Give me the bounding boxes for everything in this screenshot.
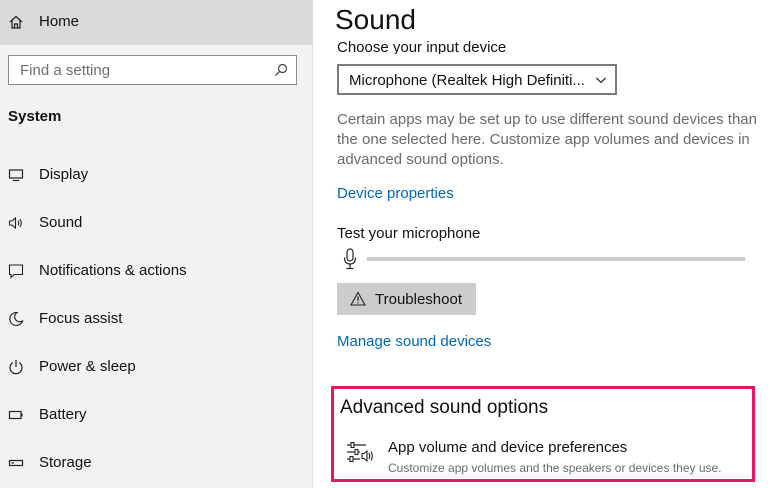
app-volume-preferences-title: App volume and device preferences	[388, 439, 628, 456]
search-icon[interactable]	[274, 63, 288, 77]
mixer-icon	[347, 441, 373, 463]
app-volume-preferences-link[interactable]: App volume and device preferences Custom…	[342, 433, 752, 477]
device-properties-link[interactable]: Device properties	[337, 185, 454, 202]
search-input[interactable]	[9, 56, 270, 84]
sidebar-item-label: Focus assist	[39, 310, 123, 327]
moon-icon	[9, 311, 24, 327]
input-device-heading-text: Choose your input device	[337, 39, 507, 54]
sidebar: Home System Display Sound	[0, 0, 313, 488]
microphone-level-meter	[367, 257, 745, 261]
sidebar-item-label: Battery	[39, 406, 87, 423]
power-icon	[9, 360, 23, 375]
home-icon	[9, 15, 23, 29]
input-device-description: Certain apps may be set up to use differ…	[337, 111, 757, 168]
warning-icon	[350, 291, 366, 306]
main-content: Choose your input device Sound Microphon…	[313, 0, 768, 488]
microphone-icon	[343, 248, 357, 270]
search-box	[8, 55, 297, 85]
advanced-sound-options-section: Advanced sound options App volume and de…	[331, 386, 755, 482]
sidebar-item-power-sleep[interactable]: Power & sleep	[0, 347, 313, 387]
input-device-dropdown[interactable]: Microphone (Realtek High Definiti...	[337, 64, 617, 95]
monitor-icon	[8, 169, 24, 182]
sidebar-item-label: Storage	[39, 454, 92, 471]
page-title: Sound	[335, 4, 416, 35]
sidebar-item-label: Sound	[39, 214, 83, 231]
sidebar-item-label: Power & sleep	[39, 358, 136, 375]
chevron-down-icon	[596, 77, 606, 84]
troubleshoot-button[interactable]: Troubleshoot	[337, 283, 476, 315]
sidebar-item-focus-assist[interactable]: Focus assist	[0, 299, 313, 339]
sidebar-home[interactable]: Home	[0, 0, 313, 45]
battery-icon	[8, 410, 23, 420]
app-volume-preferences-description: Customize app volumes and the speakers o…	[388, 461, 722, 475]
home-label: Home	[39, 13, 80, 30]
sidebar-item-label: Display	[39, 166, 89, 183]
settings-window: Home System Display Sound	[0, 0, 768, 488]
input-device-value: Microphone (Realtek High Definiti...	[349, 72, 585, 89]
sidebar-item-display[interactable]: Display	[0, 155, 313, 195]
sidebar-item-storage[interactable]: Storage	[0, 443, 313, 483]
speaker-icon	[8, 216, 22, 230]
sidebar-item-battery[interactable]: Battery	[0, 395, 313, 435]
section-label-system: System	[8, 108, 62, 125]
storage-icon	[8, 459, 24, 467]
notification-icon	[8, 264, 24, 279]
manage-sound-devices-link[interactable]: Manage sound devices	[337, 333, 491, 350]
troubleshoot-label: Troubleshoot	[375, 291, 462, 308]
advanced-sound-options-title: Advanced sound options	[340, 397, 549, 418]
sidebar-item-label: Notifications & actions	[39, 262, 187, 279]
test-microphone-label: Test your microphone	[337, 225, 481, 242]
sidebar-item-notifications[interactable]: Notifications & actions	[0, 251, 313, 291]
sidebar-item-sound[interactable]: Sound	[0, 203, 313, 243]
